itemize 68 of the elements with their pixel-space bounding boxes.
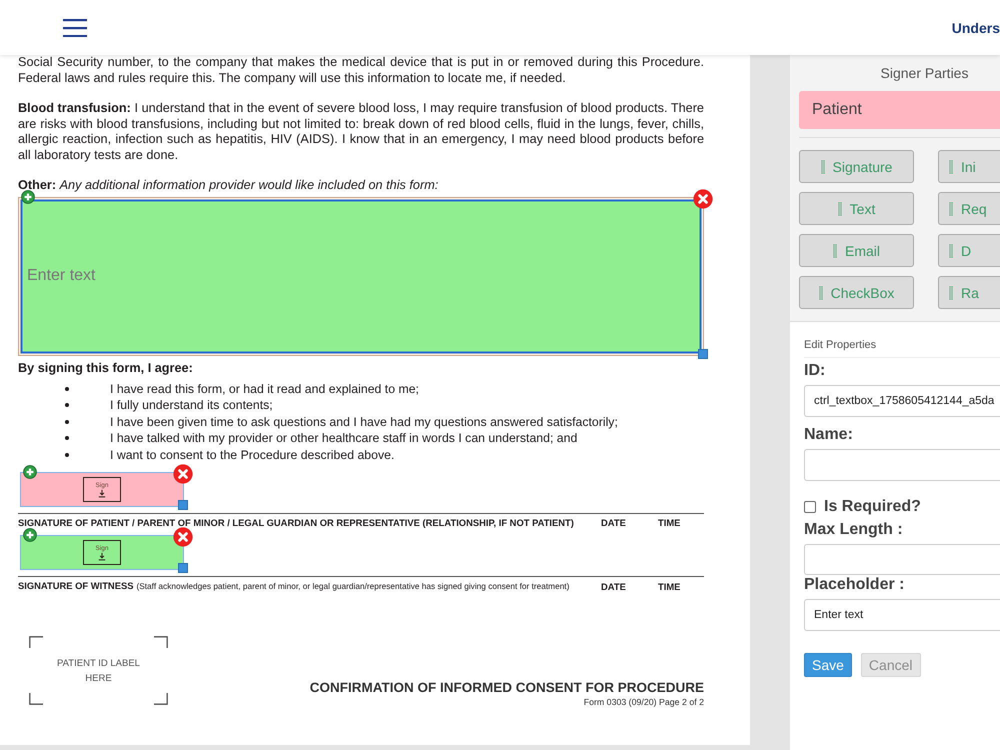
add-icon[interactable] <box>21 190 35 204</box>
paragraph: Social Security number, to the company that makes the medical device that is put in or removed during this Procedure. Federal laws and rules require this. The company will use this information to locate me, if needed. <box>18 55 704 86</box>
input-field[interactable] <box>804 544 1000 575</box>
signer-item[interactable]: Patient <box>799 91 1000 129</box>
field-tool-button[interactable]: Text <box>799 192 914 225</box>
menu-icon[interactable] <box>63 18 87 36</box>
time-label: TIME <box>658 517 680 528</box>
list-item-text: I have read this form, or had it read and explained to me; <box>110 382 419 396</box>
form-number: Form 0303 (09/20) Page 2 of 2 <box>582 696 704 708</box>
drag-handle-icon <box>832 244 837 258</box>
list-item-text: I have talked with my provider or other healthcare staff in words I can understand; and <box>110 431 578 446</box>
input-field[interactable]: ctrl_textbox_1758605412144_a5da <box>804 385 1000 417</box>
field-tool-button[interactable]: D <box>938 234 1000 267</box>
page-title: Unders <box>952 20 1000 36</box>
resize-handle[interactable] <box>698 348 708 358</box>
paragraph: Blood transfusion: I understand that in the event of severe blood loss, I may require transfusion of blood products. There are risks with blood transfusions, including but not limited to: break down of red blood cells, fluid in the lungs, fever, chills, allergic reaction, infection such as hepatitis, HIV (AIDS). I know that in an emergency, I may need blood products before all laboratory tests are done. <box>18 101 704 163</box>
id-label-area: PATIENT ID LABEL HERE <box>29 636 168 705</box>
delete-icon[interactable] <box>693 188 713 208</box>
field-tool-button[interactable]: Req <box>938 192 1000 225</box>
drag-handle-icon <box>818 286 823 300</box>
list-item-text: I have been given time to ask questions and I have had my questions answered satisfactorily; <box>110 414 618 429</box>
drag-handle-icon <box>949 244 953 258</box>
delete-icon[interactable] <box>173 527 193 547</box>
bullet-icon <box>65 436 69 440</box>
field-tool-button[interactable]: Ini <box>938 150 1000 183</box>
action-button[interactable]: Save <box>804 653 852 677</box>
list-item-text: I want to consent to the Procedure described above. <box>110 448 394 462</box>
form-title: CONFIRMATION OF INFORMED CONSENT FOR PROCEDURE <box>310 680 704 696</box>
down-arrow-icon <box>98 552 106 560</box>
signature-caption: SIGNATURE OF PATIENT / PARENT OF MINOR / LEGAL GUARDIAN OR REPRESENTATIVE (RELATIONSHIP, IF NOT PATIENT) <box>18 516 574 529</box>
drag-handle-icon <box>838 202 842 216</box>
field-label: Name: <box>804 426 854 444</box>
bullet-icon <box>65 386 69 391</box>
signature-caption: SIGNATURE OF WITNESS <box>18 579 134 592</box>
panel-heading: Signer Parties <box>880 65 968 81</box>
add-icon[interactable] <box>23 528 37 542</box>
date-label: DATE <box>601 517 626 528</box>
field-tool-button[interactable]: Ra <box>938 276 1000 309</box>
add-icon[interactable] <box>23 465 37 479</box>
section-heading: By signing this form, I agree: <box>18 360 194 376</box>
down-arrow-icon <box>98 488 106 498</box>
resize-handle[interactable] <box>178 563 188 573</box>
field-caption: Other: Any additional information provider would like included on this form: <box>18 178 440 194</box>
field-tool-button[interactable]: Signature <box>799 150 914 183</box>
field-tool-button[interactable]: Email <box>799 234 914 267</box>
field-label: Placeholder : <box>804 576 906 594</box>
drag-handle-icon <box>949 202 953 216</box>
drag-handle-icon <box>820 160 825 174</box>
text-field[interactable]: Enter text <box>18 196 704 356</box>
bullet-icon <box>65 420 69 424</box>
date-label: DATE <box>601 580 626 592</box>
drag-handle-icon <box>949 286 953 300</box>
time-label: TIME <box>658 580 680 592</box>
input-field[interactable] <box>804 449 1000 481</box>
delete-icon[interactable] <box>173 464 193 484</box>
field-label: ID: <box>804 362 826 380</box>
drag-handle-icon <box>949 160 953 174</box>
field-label: Max Length : <box>804 521 904 539</box>
signature-note: (Staff acknowledges patient, parent of minor, or legal guardian/representative has signed giving consent for treatment) <box>136 580 570 593</box>
list-item-text: I fully understand its contents; <box>110 398 273 412</box>
resize-handle[interactable] <box>178 500 188 510</box>
bullet-icon <box>65 403 69 408</box>
field-tool-button[interactable]: CheckBox <box>799 276 914 309</box>
bullet-icon <box>65 452 69 457</box>
checkbox[interactable] <box>804 501 816 513</box>
checkbox-label: Is Required? <box>824 498 921 516</box>
input-field[interactable]: Enter text <box>804 599 1000 631</box>
panel-heading: Edit Properties <box>804 338 1000 358</box>
